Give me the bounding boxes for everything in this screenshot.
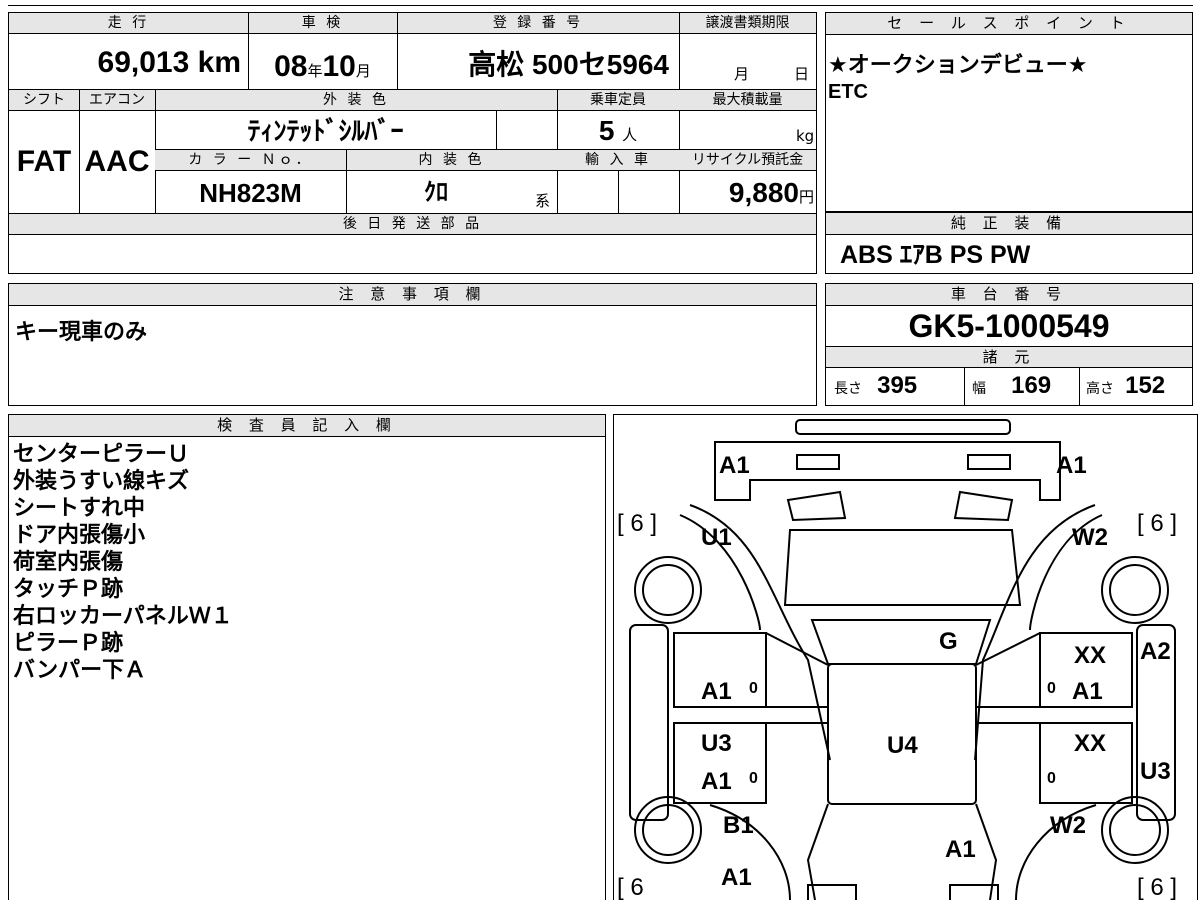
notes-header: 注 意 事 項 欄 — [9, 284, 816, 306]
shift-label: シフト — [9, 90, 79, 111]
mark-front-door-left-top: U3 — [701, 730, 732, 757]
mark-zero: 0 — [749, 680, 758, 697]
inspector-note: 荷室内張傷 — [13, 550, 124, 575]
import-label: 輸 入 車 — [557, 150, 679, 171]
chassis-header: 車 台 番 号 — [826, 284, 1192, 306]
mark-rear-door-left: A1 — [701, 678, 732, 705]
inspector-header: 検 査 員 記 入 欄 — [9, 415, 605, 437]
color-no-label: カ ラ ー Ｎｏ． — [155, 150, 346, 171]
mark-zero: 0 — [1047, 770, 1056, 787]
inspector-box: 検 査 員 記 入 欄 センターピラーＵ 外装うすい線キズ シートすれ中 ドア内… — [8, 414, 606, 900]
inspector-note: ピラーＰ跡 — [13, 631, 124, 656]
transfer-month: 月 — [734, 65, 750, 83]
mark-zero: 0 — [1047, 680, 1056, 697]
width-spec: 幅 169 — [972, 372, 1052, 399]
mark-front-door-left-bottom: A1 — [701, 768, 732, 795]
transfer-deadline-label: 譲渡書類期限 — [679, 13, 816, 34]
mileage-label: 走 行 — [9, 13, 248, 34]
sales-points-box: セ ー ル ス ポ イ ン ト ★オークションデビュー★ ETC — [825, 12, 1193, 212]
max-load-unit: kg — [796, 127, 815, 145]
tire-front-left: [ 6 — [617, 874, 644, 900]
inspector-note: ドア内張傷小 — [13, 523, 146, 548]
aircon-label: エアコン — [79, 90, 155, 111]
specs-header: 諸 元 — [826, 346, 1192, 368]
length-spec: 長さ 395 — [834, 372, 918, 399]
mark-roof: U4 — [887, 732, 918, 759]
notes-box: 注 意 事 項 欄 キー現車のみ — [8, 283, 817, 406]
mark-rear-right: A1 — [1056, 452, 1087, 479]
tire-front-right: [ 6 ] — [1137, 874, 1177, 900]
inspection-value: 08年10月 — [274, 50, 371, 83]
inspector-note: 外装うすい線キズ — [13, 469, 190, 494]
mark-rear-door-right-bottom: A1 — [1072, 678, 1103, 705]
mark-side-right-top: A2 — [1140, 638, 1171, 665]
top-cropped-strip — [8, 0, 1193, 6]
mark-glass: G — [939, 628, 958, 655]
tire-rear-left: [ 6 ] — [617, 510, 657, 537]
later-parts-label: 後 日 発 送 部 品 — [9, 214, 816, 235]
mark-fender-left: B1 — [723, 812, 754, 839]
notes-value: キー現車のみ — [15, 320, 148, 345]
car-outline: A1 A1 [ 6 ] [ 6 ] U1 W2 G XX A2 A1 A1 U3… — [617, 419, 1177, 900]
mark-front-left: A1 — [721, 864, 752, 891]
registration-value: 高松 500セ5964 — [468, 49, 669, 80]
mark-hood: A1 — [945, 836, 976, 863]
mark-zero: 0 — [749, 770, 758, 787]
inspector-note: タッチＰ跡 — [13, 577, 124, 602]
mark-front-door-right: XX — [1074, 730, 1106, 757]
inspector-notes-list: センターピラーＵ 外装うすい線キズ シートすれ中 ドア内張傷小 荷室内張傷 タッ… — [13, 441, 233, 684]
sales-points-header: セ ー ル ス ポ イ ン ト — [826, 13, 1192, 35]
height-spec: 高さ 152 — [1086, 372, 1166, 399]
exterior-color-value: ﾃｨﾝﾃｯﾄﾞｼﾙﾊﾞｰ — [247, 116, 404, 146]
mileage-value: 69,013 km — [97, 46, 241, 79]
recycle-fee-label: リサイクル預託金 — [679, 150, 816, 171]
tire-rear-right: [ 6 ] — [1137, 510, 1177, 537]
registration-label: 登 録 番 号 — [397, 13, 679, 34]
sales-point-line-2: ETC — [828, 81, 868, 103]
mark-quarter-right: W2 — [1072, 524, 1108, 551]
exterior-color-label: 外 装 色 — [155, 90, 557, 111]
car-damage-diagram: A1 A1 [ 6 ] [ 6 ] U1 W2 G XX A2 A1 A1 U3… — [613, 414, 1198, 900]
mark-fender-right: W2 — [1050, 812, 1086, 839]
inspector-note: 右ロッカーパネルＷ１ — [13, 604, 233, 629]
sales-point-line-1: ★オークションデビュー★ — [828, 53, 1088, 78]
mark-side-right-bottom: U3 — [1140, 758, 1171, 785]
vehicle-info-table: 走 行 車 検 登 録 番 号 譲渡書類期限 69,013 km 08年10月 … — [8, 12, 817, 274]
mark-rear-door-right-top: XX — [1074, 642, 1106, 669]
capacity-value: 5 人 — [598, 115, 638, 146]
inspector-note: バンパー下Ａ — [13, 658, 147, 683]
mark-rear-left: A1 — [719, 452, 750, 479]
inspector-note: センターピラーＵ — [13, 442, 190, 467]
genuine-equipment-box: 純 正 装 備 ABS ｴｱB PS PW — [825, 212, 1193, 274]
max-load-label: 最大積載量 — [679, 90, 816, 111]
interior-color-label: 内 装 色 — [346, 150, 557, 171]
genuine-equipment-header: 純 正 装 備 — [826, 213, 1192, 235]
color-no-value: NH823M — [199, 178, 302, 208]
mark-quarter-left: U1 — [701, 524, 732, 551]
capacity-label: 乗車定員 — [557, 90, 679, 111]
interior-color-value: ｸﾛ — [424, 179, 448, 206]
interior-unit: 系 — [535, 192, 551, 210]
chassis-number: GK5-1000549 — [908, 308, 1110, 344]
aircon-value: AAC — [84, 145, 150, 178]
chassis-box: 車 台 番 号 GK5-1000549 諸 元 長さ 395 幅 169 高さ … — [825, 283, 1193, 406]
recycle-fee-value: 9,880円 — [728, 177, 814, 208]
genuine-equipment-value: ABS ｴｱB PS PW — [840, 241, 1031, 269]
inspection-label: 車 検 — [248, 13, 397, 34]
inspector-note: シートすれ中 — [13, 496, 146, 521]
transfer-day: 日 — [794, 65, 810, 83]
shift-value: FAT — [16, 145, 72, 178]
